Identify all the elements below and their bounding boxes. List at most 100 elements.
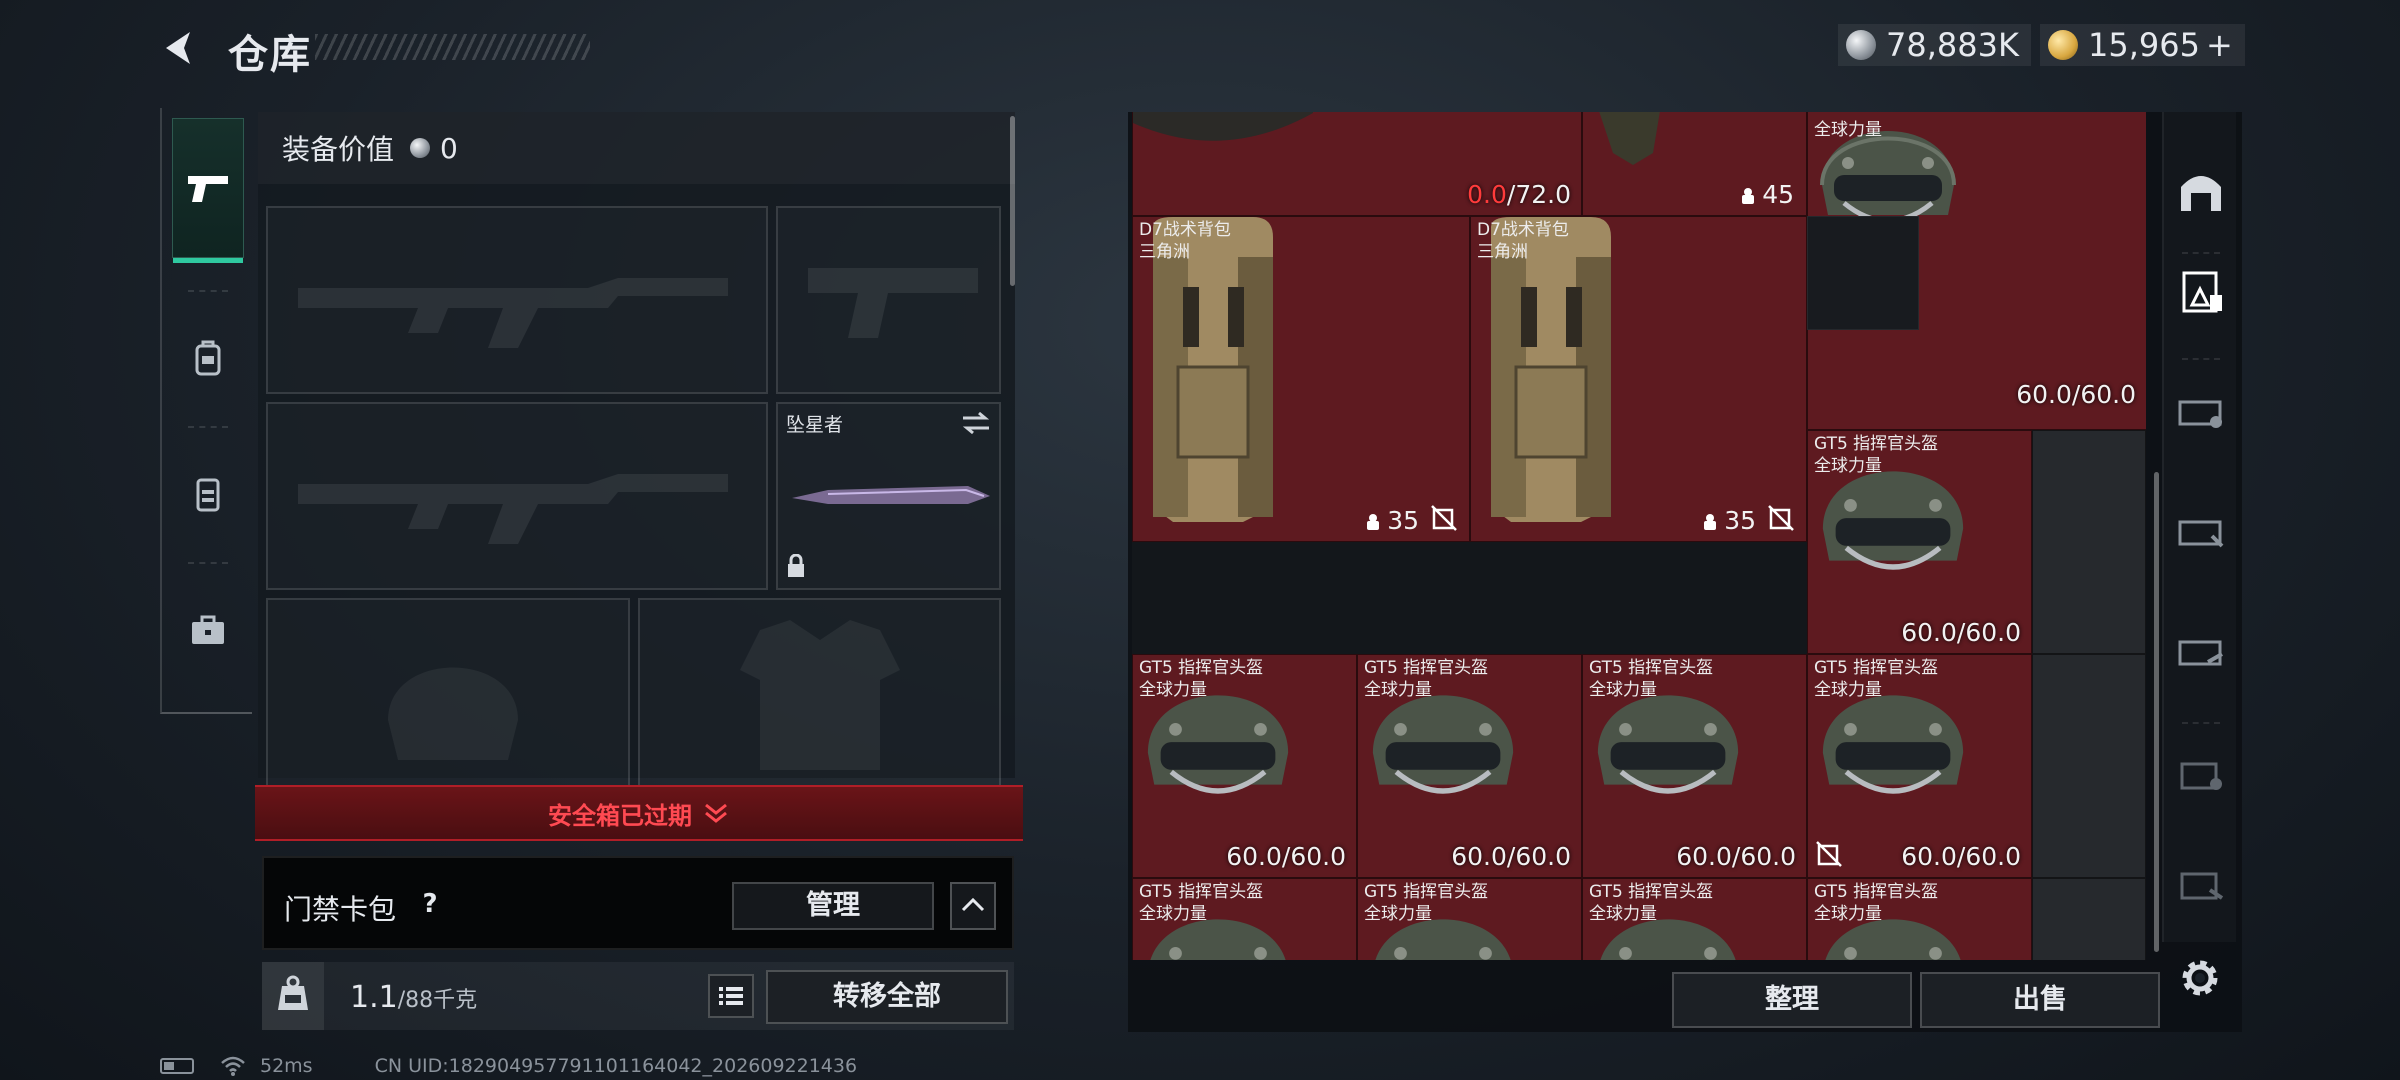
secondary-rifle-slot[interactable] (266, 402, 768, 590)
nav-gear[interactable] (172, 298, 244, 418)
stash-item[interactable]: D7战术背包 三角洲 35 (1470, 216, 1807, 542)
item-name: GT5 指挥官头盔 全球力量 (1364, 658, 1489, 700)
weight-bar: 1.1/88千克 转移全部 (262, 962, 1014, 1030)
melee-name: 坠星者 (786, 414, 844, 436)
nav-vest[interactable] (172, 434, 244, 554)
stash-item[interactable]: 0.0/72.0 (1132, 112, 1582, 216)
gold-amount: 15,965 (2088, 26, 2200, 64)
tidy-button[interactable]: 整理 (1672, 972, 1912, 1028)
item-name: GT5 指挥官头盔 全球力量 (1814, 434, 1939, 476)
add-gold-icon[interactable]: + (2206, 26, 2233, 64)
storage-tab-1[interactable] (2168, 242, 2234, 342)
empty-cell[interactable] (2032, 654, 2146, 878)
item-name: GT5 指挥官头盔 全球力量 (1139, 658, 1264, 700)
item-name: D7战术背包 三角洲 (1139, 220, 1231, 262)
item-durability: 0.0/72.0 (1467, 180, 1571, 209)
left-category-nav (160, 108, 252, 714)
sell-button[interactable]: 出售 (1920, 972, 2160, 1028)
weight-current: 1.1 (350, 980, 398, 1015)
manage-button[interactable]: 管理 (732, 882, 934, 930)
equipment-panel: 装备价值 0 坠星者 (258, 112, 1015, 788)
equipment-scrollbar[interactable] (1010, 116, 1015, 286)
item-name: GT5 指挥官头盔 全球力量 (1814, 882, 1939, 924)
transfer-all-button[interactable]: 转移全部 (766, 970, 1008, 1024)
stash-item[interactable]: GT5 指挥官头盔 全球力量 (1132, 878, 1357, 960)
collapse-button[interactable] (950, 882, 996, 930)
item-name: GT5 指挥官头盔 全球力量 (1589, 658, 1714, 700)
storage-tab-2[interactable] (2168, 362, 2234, 462)
stash-item[interactable]: GT5 指挥官头盔 全球力量 (1807, 878, 2032, 960)
rifle-silhouette-icon (298, 474, 728, 544)
storage-level-icon (2182, 271, 2222, 313)
safebox-expired-banner[interactable]: 安全箱已过期 (255, 785, 1023, 841)
stash-item[interactable]: D7战术背包 三角洲 35 (1132, 216, 1470, 542)
lock-icon (788, 554, 804, 577)
stash-scrollbar[interactable] (2154, 472, 2159, 952)
item-durability: 60.0/60.0 (1226, 842, 1346, 871)
storage-tab-3[interactable] (2168, 482, 2234, 582)
stash-item[interactable]: GT5 指挥官头盔 全球力量 60.0/60.0 (1132, 654, 1357, 878)
item-durability: 60.0/60.0 (1901, 842, 2021, 871)
page-title: 仓库 (228, 32, 312, 78)
vest-icon (196, 478, 220, 512)
stash-item[interactable]: GT5 指挥官头盔 全球力量 60.0/60.0 (1807, 430, 2032, 654)
storage-tab-4[interactable] (2168, 602, 2234, 702)
weight-kg-icon (262, 962, 324, 1030)
melee-slot[interactable]: 坠星者 (776, 402, 1001, 590)
capacity-icon (1742, 187, 1755, 204)
gold-currency[interactable]: 15,965 + (2040, 24, 2245, 66)
capacity-icon (1704, 513, 1717, 530)
storage-tab-6[interactable] (2168, 834, 2234, 934)
silver-currency: 78,883K (1838, 24, 2031, 66)
stash-item[interactable]: GT5 指挥官头盔 全球力量 60.0/60.0 (1357, 654, 1582, 878)
ping: 52ms (260, 1055, 313, 1077)
item-name: GT5 指挥官头盔 全球力量 (1364, 882, 1489, 924)
backpack-item-icon (1153, 217, 1273, 522)
keycard-bar: 门禁卡包 ? 管理 (262, 856, 1014, 950)
backpack-item-icon (1491, 217, 1611, 522)
item-name: GT5 指挥官头盔 全球力量 (1814, 658, 1939, 700)
secondary-weapon-slot[interactable] (776, 206, 1001, 394)
backpack-item-icon (1599, 112, 1660, 165)
stash-tab[interactable] (2168, 140, 2234, 240)
gear-icon[interactable] (2172, 950, 2228, 1006)
item-name: 全球力量 (1814, 120, 1882, 140)
storage-level-icon (2178, 640, 2223, 666)
help-icon[interactable]: ? (412, 886, 448, 922)
nav-weapons[interactable] (172, 118, 244, 263)
gold-coin-icon (2048, 30, 2078, 60)
storage-level-icon (2180, 872, 2224, 900)
list-view-button[interactable] (708, 974, 754, 1018)
no-insurance-icon (1816, 841, 1842, 867)
stash-item[interactable]: GT5 指挥官头盔 全球力量 60.0/60.0 (1582, 654, 1807, 878)
stash-item[interactable]: GT5 指挥官头盔 全球力量 (1357, 878, 1582, 960)
no-insurance-icon (1431, 505, 1457, 531)
back-arrow-icon[interactable] (160, 28, 200, 68)
body-armor-slot[interactable] (638, 598, 1001, 788)
item-durability: 60.0/60.0 (1451, 842, 1571, 871)
storage-tab-5[interactable] (2168, 724, 2234, 824)
helmet-slot[interactable] (266, 598, 630, 788)
chevron-up-icon (961, 897, 985, 912)
title-decoration (315, 34, 590, 60)
nav-case[interactable] (172, 570, 244, 690)
item-durability: 60.0/60.0 (2016, 380, 2136, 409)
stash-item[interactable]: GT5 指挥官头盔 全球力量 60.0/60.0 (1807, 654, 2032, 878)
empty-cell[interactable] (2032, 878, 2146, 960)
no-insurance-icon (1768, 505, 1794, 531)
empty-cell[interactable] (2032, 430, 2146, 654)
backpack-icon (195, 340, 221, 376)
equipment-value-row: 装备价值 0 (258, 112, 1015, 184)
uid: CN UID:18290495779110116404​2_2026092214… (374, 1055, 858, 1077)
empty-cell[interactable] (1807, 216, 1919, 330)
primary-weapon-slot[interactable] (266, 206, 768, 394)
silver-coin-icon (410, 138, 431, 158)
stash-item[interactable]: 45 (1582, 112, 1807, 216)
storage-level-icon (2178, 400, 2222, 428)
keycard-label: 门禁卡包 (284, 893, 397, 926)
swap-icon[interactable] (961, 410, 991, 436)
stash-item[interactable]: GT5 指挥官头盔 全球力量 (1582, 878, 1807, 960)
weight-max: /88千克 (397, 988, 478, 1013)
stash-grid: 0.0/72.0 45 全球力量 60.0/60.0 D7战术背包 三角洲 35… (1132, 112, 2146, 960)
pistol-silhouette-icon (808, 268, 978, 338)
